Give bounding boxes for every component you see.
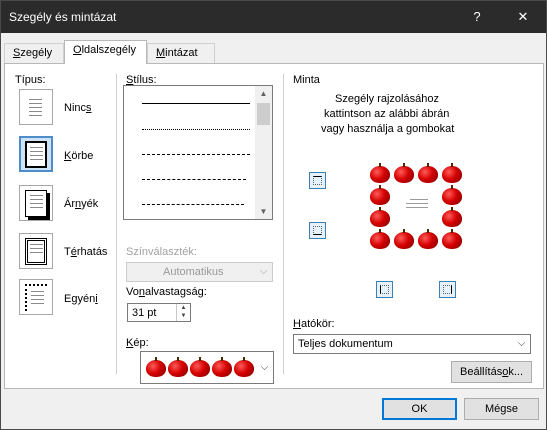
top-border-button[interactable]: [309, 172, 326, 189]
style-listbox[interactable]: ▲ ▼: [123, 85, 273, 220]
art-label: Kép:: [126, 337, 149, 349]
page-none-icon: [25, 94, 47, 121]
cancel-button[interactable]: Mégse: [464, 398, 539, 420]
page-box-icon: [25, 141, 47, 168]
page-custom-icon: [25, 284, 47, 311]
color-combo: Automatikus ⌵: [126, 262, 273, 282]
apple-border-icon: [370, 229, 390, 249]
style-option-dash-dot[interactable]: [142, 204, 244, 205]
page-border-panel: Típus: Nincs Körbe Árnyék Térhatás Egyén…: [4, 63, 544, 389]
apple-border-icon: [370, 185, 390, 205]
apply-to-label: Hatókör:: [293, 318, 335, 330]
apple-border-icon: [442, 185, 462, 205]
dialog-title: Szegély és mintázat: [9, 10, 117, 24]
setting-none-icon[interactable]: [19, 89, 53, 125]
page-shadow-icon: [25, 190, 47, 217]
setting-custom-icon[interactable]: [19, 279, 53, 315]
divider: [116, 74, 117, 374]
apple-art-icon: [146, 357, 166, 377]
apply-to-combo[interactable]: Teljes dokumentum ⌵: [293, 334, 531, 354]
apple-border-icon: [442, 207, 462, 227]
title-bar[interactable]: Szegély és mintázat ? ✕: [1, 1, 546, 33]
apple-border-icon: [370, 163, 390, 183]
setting-box-label[interactable]: Körbe: [64, 150, 93, 162]
border-preview[interactable]: [360, 161, 470, 255]
apple-border-icon: [394, 229, 414, 249]
preview-instruction-2: kattintson az alábbi ábrán: [324, 108, 450, 120]
chevron-down-icon[interactable]: ⌵: [256, 352, 273, 383]
width-label: Vonalvastagság:: [126, 286, 207, 298]
bottom-border-icon: [313, 226, 322, 235]
setting-3d-icon[interactable]: [19, 233, 53, 269]
color-value: Automatikus: [163, 266, 224, 278]
preview-instruction-3: vagy használja a gombokat: [321, 123, 455, 135]
left-border-icon: [380, 285, 389, 294]
tab-borders[interactable]: Szegély: [4, 43, 64, 63]
apple-art-icon: [234, 357, 254, 377]
right-border-icon: [443, 285, 452, 294]
chevron-down-icon: ⌵: [259, 266, 268, 277]
help-button[interactable]: ?: [454, 1, 500, 33]
tab-page-border-access-key: O: [73, 44, 82, 56]
setting-heading: Típus:: [15, 74, 46, 86]
left-border-button[interactable]: [376, 281, 393, 298]
apply-to-value[interactable]: Teljes dokumentum: [298, 338, 393, 350]
options-button[interactable]: Beállítások...: [451, 361, 532, 383]
style-option-dash[interactable]: [142, 179, 246, 180]
preview-text-line: [406, 207, 428, 208]
preview-instruction-1: Szegély rajzolásához: [335, 93, 439, 105]
setting-custom-label[interactable]: Egyéni: [64, 293, 98, 305]
apple-art-icon: [190, 357, 210, 377]
tab-shading-access-key: M: [156, 47, 166, 59]
style-option-solid[interactable]: [142, 103, 250, 104]
apple-art-icon: [168, 357, 188, 377]
right-border-button[interactable]: [439, 281, 456, 298]
spin-down-icon[interactable]: ▼: [177, 312, 190, 320]
setting-shadow-icon[interactable]: [19, 185, 53, 221]
ok-button[interactable]: OK: [382, 398, 457, 420]
apple-border-icon: [418, 229, 438, 249]
bottom-border-button[interactable]: [309, 222, 326, 239]
apple-border-icon: [418, 163, 438, 183]
divider: [283, 74, 284, 374]
setting-box-icon[interactable]: [19, 136, 53, 172]
preview-text-line: [410, 199, 428, 200]
width-value[interactable]: 31 pt: [132, 307, 156, 319]
apple-art-icon: [212, 357, 232, 377]
style-scrollbar[interactable]: ▲ ▼: [255, 86, 272, 219]
setting-3d-label[interactable]: Térhatás: [64, 246, 107, 258]
art-combo[interactable]: ⌵: [140, 351, 274, 384]
preview-heading: Minta: [293, 74, 320, 86]
dialog-window: Szegély és mintázat ? ✕ Szegély Oldalsze…: [0, 0, 547, 430]
tab-shading[interactable]: Mintázat: [147, 43, 215, 63]
top-border-icon: [313, 176, 322, 185]
width-spinner[interactable]: 31 pt ▲ ▼: [127, 303, 191, 322]
spin-up-icon[interactable]: ▲: [177, 304, 190, 312]
setting-none-label[interactable]: Nincs: [64, 102, 92, 114]
color-label: Színválaszték:: [126, 246, 197, 258]
apple-border-icon: [442, 229, 462, 249]
tab-page-border[interactable]: Oldalszegély: [64, 40, 147, 64]
apple-border-icon: [394, 163, 414, 183]
tab-strip: Szegély Oldalszegély Mintázat: [1, 33, 546, 64]
width-spin-buttons[interactable]: ▲ ▼: [176, 304, 190, 321]
preview-text-line: [406, 203, 428, 204]
apple-border-icon: [442, 163, 462, 183]
setting-shadow-label[interactable]: Árnyék: [64, 198, 98, 210]
scroll-thumb[interactable]: [257, 103, 270, 125]
close-button[interactable]: ✕: [500, 1, 546, 33]
scroll-up-arrow-icon[interactable]: ▲: [255, 86, 272, 101]
page-3d-icon: [25, 238, 47, 265]
style-option-dotted[interactable]: [142, 129, 250, 130]
style-option-small-dash[interactable]: [142, 154, 250, 155]
chevron-down-icon[interactable]: ⌵: [513, 335, 530, 353]
scroll-down-arrow-icon[interactable]: ▼: [255, 204, 272, 219]
apple-border-icon: [370, 207, 390, 227]
